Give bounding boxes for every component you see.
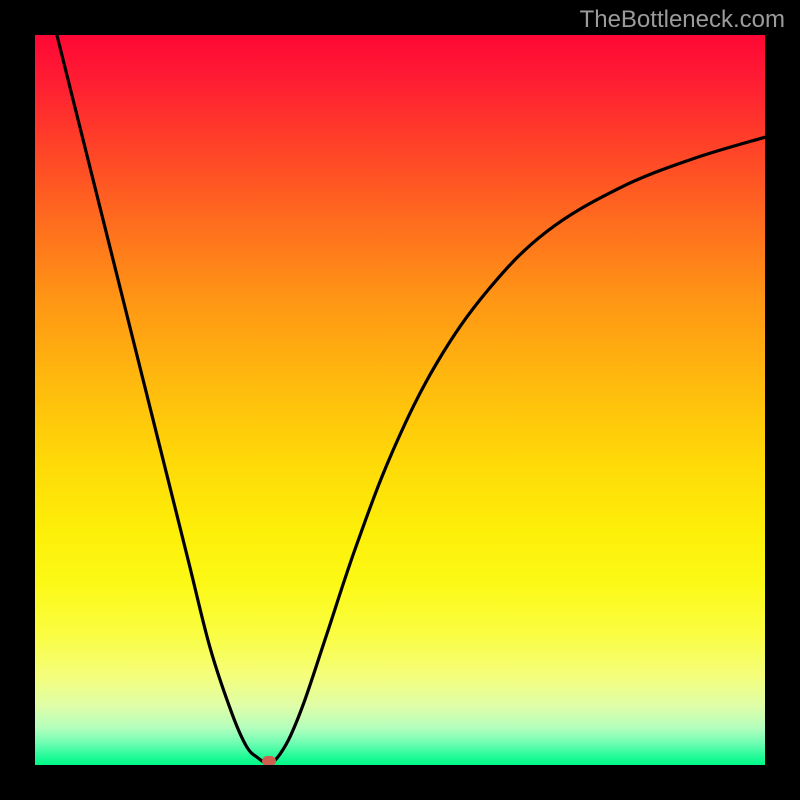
minimum-marker (262, 756, 276, 765)
chart-frame: TheBottleneck.com (0, 0, 800, 800)
bottleneck-curve (35, 35, 765, 765)
curve-path (57, 35, 765, 765)
watermark-text: TheBottleneck.com (580, 6, 785, 34)
plot-area (35, 35, 765, 765)
